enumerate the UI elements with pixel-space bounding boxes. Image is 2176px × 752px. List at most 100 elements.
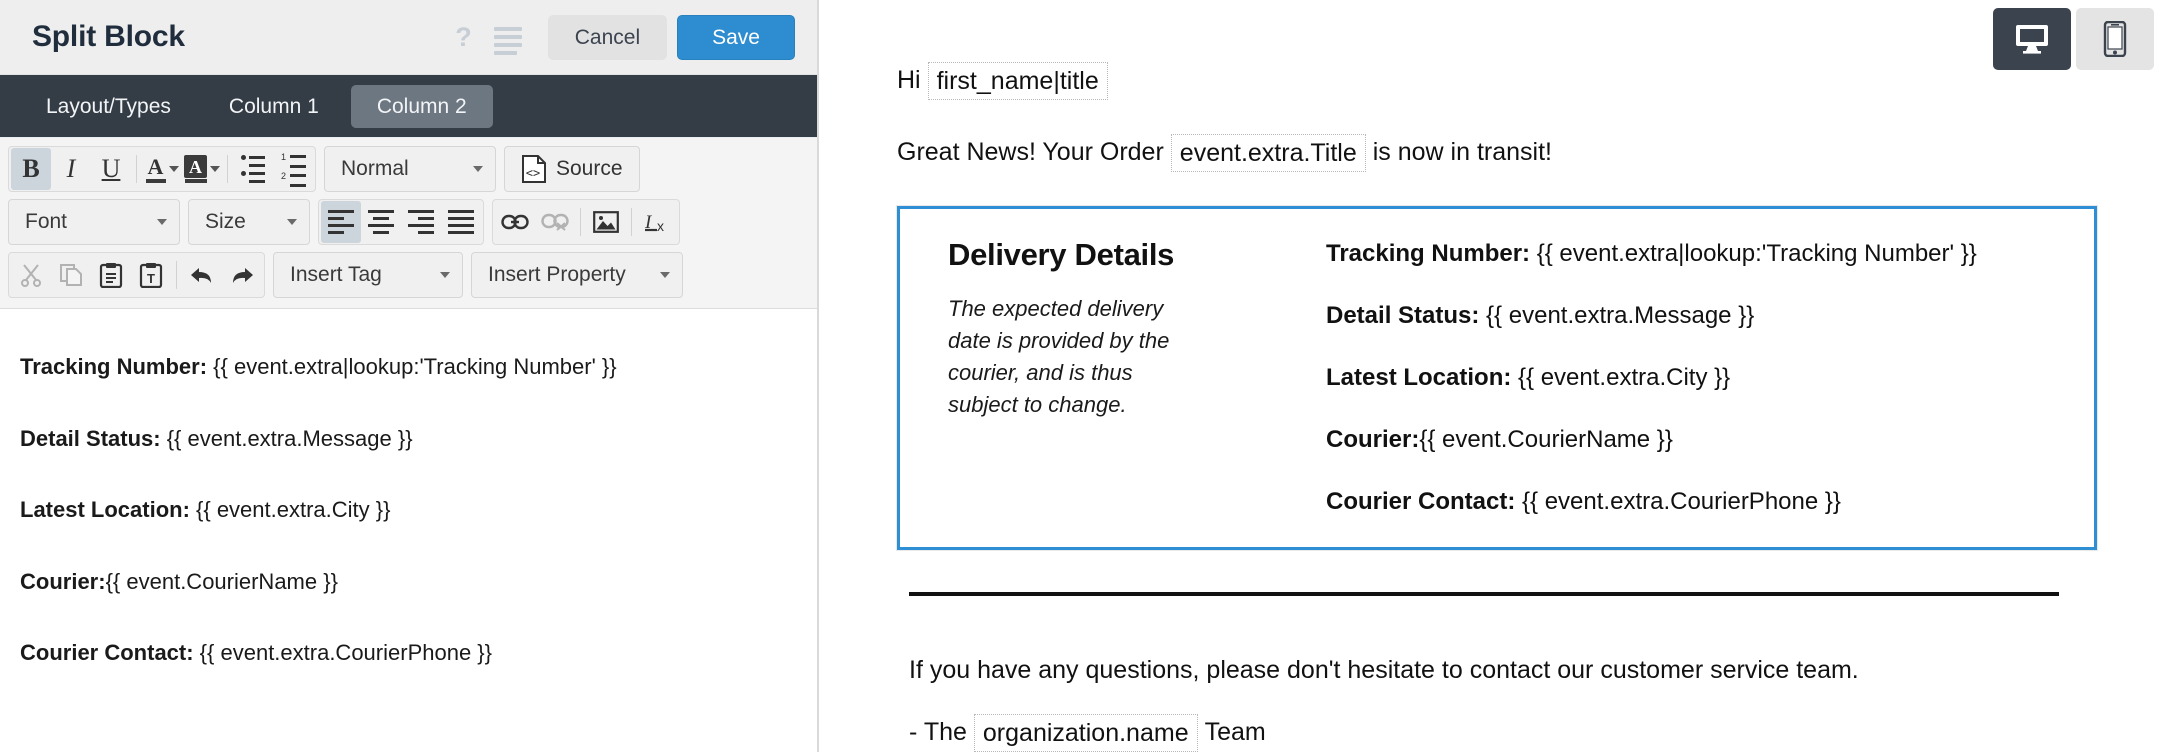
image-icon <box>593 211 619 233</box>
save-button[interactable]: Save <box>677 14 795 60</box>
delivery-detail-label: Courier Contact: <box>1326 488 1516 515</box>
align-left-icon <box>328 210 354 234</box>
delivery-detail-row: Courier Contact: {{ event.extra.CourierP… <box>1326 487 2068 517</box>
background-color-icon: A <box>184 155 207 183</box>
bold-button[interactable]: B <box>11 148 51 190</box>
cancel-button[interactable]: Cancel <box>547 14 668 60</box>
copy-button[interactable] <box>51 254 91 296</box>
bulleted-list-button[interactable] <box>233 148 273 190</box>
questions-line: If you have any questions, please don't … <box>909 654 2086 688</box>
order-title-placeholder[interactable]: event.extra.Title <box>1170 134 1366 172</box>
font-size-select[interactable]: Size <box>188 199 310 245</box>
bold-icon: B <box>22 154 40 183</box>
first-name-placeholder[interactable]: first_name|title <box>927 62 1108 100</box>
editor-line[interactable]: Detail Status: {{ event.extra.Message }} <box>20 425 797 453</box>
header-button-group: Cancel Save <box>547 14 795 60</box>
delivery-detail-value: {{ event.extra.CourierPhone }} <box>1515 488 1841 515</box>
desktop-preview-button[interactable] <box>1993 8 2071 70</box>
insert-property-label: Insert Property <box>488 263 626 286</box>
align-justify-icon <box>448 210 474 234</box>
organization-name-placeholder[interactable]: organization.name <box>973 713 1198 752</box>
desktop-monitor-icon <box>2016 25 2048 54</box>
delivery-detail-value: {{ event.extra.Message }} <box>1479 302 1755 329</box>
toolbar-divider <box>227 155 228 183</box>
greeting-prefix: Hi <box>897 66 921 95</box>
italic-button[interactable]: I <box>51 148 91 190</box>
bulleted-list-icon <box>241 154 265 184</box>
order-status-line: Great News! Your Order event.extra.Title… <box>897 134 2098 172</box>
font-family-select[interactable]: Font <box>8 199 180 245</box>
align-justify-button[interactable] <box>441 201 481 243</box>
editor-panel: Split Block ? Cancel Save Layout/Types C… <box>0 0 819 752</box>
paste-as-text-icon: T <box>139 263 163 288</box>
tab-column-1[interactable]: Column 1 <box>203 85 345 128</box>
chevron-down-icon <box>157 219 167 225</box>
insert-tag-label: Insert Tag <box>290 263 382 286</box>
align-right-button[interactable] <box>401 201 441 243</box>
questions-text: If you have any questions, please don't … <box>909 656 1859 684</box>
background-color-button[interactable]: A <box>182 148 222 190</box>
remove-format-button[interactable]: I x <box>637 201 677 243</box>
insert-property-select[interactable]: Insert Property <box>471 252 683 298</box>
toolbar-divider <box>136 155 137 183</box>
scissors-icon <box>21 264 41 287</box>
underline-button[interactable]: U <box>91 148 131 190</box>
chevron-down-icon <box>210 166 220 172</box>
align-left-button[interactable] <box>321 201 361 243</box>
paragraph-format-select[interactable]: Normal <box>324 146 496 192</box>
remove-format-icon: I x <box>644 212 664 234</box>
tab-bar: Layout/Types Column 1 Column 2 <box>0 75 817 137</box>
delivery-detail-row: Courier:{{ event.CourierName }} <box>1326 425 2068 455</box>
delivery-detail-row: Tracking Number: {{ event.extra|lookup:'… <box>1326 239 2068 269</box>
redo-button[interactable] <box>222 254 262 296</box>
editor-line-value: {{ event.extra.City }} <box>189 497 391 522</box>
delivery-details-block[interactable]: Delivery Details The expected delivery d… <box>896 205 2098 551</box>
mobile-preview-button[interactable] <box>2076 8 2154 70</box>
editor-line-label: Detail Status: <box>20 425 161 451</box>
editor-line-value: {{ event.extra|lookup:'Tracking Number' … <box>207 354 617 379</box>
preview-body: Hi first_name|title Great News! Your Ord… <box>819 0 2176 596</box>
delivery-details-note: The expected delivery date is provided b… <box>948 296 1170 417</box>
font-family-value: Font <box>25 210 68 233</box>
tab-layout-types[interactable]: Layout/Types <box>20 85 197 128</box>
paste-icon <box>99 263 123 288</box>
tab-column-2[interactable]: Column 2 <box>350 84 493 128</box>
cut-button[interactable] <box>11 254 51 296</box>
paragraph-format-value: Normal <box>341 157 409 180</box>
undo-button[interactable] <box>182 254 222 296</box>
hamburger-menu-icon[interactable] <box>493 26 522 55</box>
paste-button[interactable] <box>91 254 131 296</box>
editor-line[interactable]: Tracking Number: {{ event.extra|lookup:'… <box>20 353 797 381</box>
chevron-down-icon <box>287 219 297 225</box>
insert-tag-select[interactable]: Insert Tag <box>273 252 463 298</box>
greeting-line: Hi first_name|title <box>897 62 2098 100</box>
question-mark-icon[interactable]: ? <box>455 23 472 51</box>
editor-content-area[interactable]: Tracking Number: {{ event.extra|lookup:'… <box>0 309 817 752</box>
svg-text:T: T <box>147 271 155 286</box>
source-button[interactable]: <> Source <box>504 146 640 192</box>
align-center-button[interactable] <box>361 201 401 243</box>
image-button[interactable] <box>586 201 626 243</box>
text-color-button[interactable]: A <box>142 148 182 190</box>
editor-line-label: Courier Contact: <box>20 640 194 665</box>
toolbar-row-formatting: B I U A A 1 2 Normal <> Source <box>8 146 809 192</box>
numbered-list-button[interactable]: 1 2 <box>273 148 313 190</box>
copy-icon <box>60 264 82 286</box>
toolbar-group-clipboard: T <box>8 252 265 298</box>
paste-as-text-button[interactable]: T <box>131 254 171 296</box>
editor-line[interactable]: Latest Location: {{ event.extra.City }} <box>20 496 797 524</box>
link-button[interactable] <box>495 201 535 243</box>
editor-line[interactable]: Courier:{{ event.CourierName }} <box>20 568 797 596</box>
signoff-suffix: Team <box>1204 717 1266 746</box>
order-line-prefix: Great News! Your Order <box>897 138 1164 167</box>
split-block-editor-window: Split Block ? Cancel Save Layout/Types C… <box>0 0 2176 752</box>
toolbar-group-text-style: B I U A A 1 2 <box>8 146 316 192</box>
svg-text:<>: <> <box>526 166 540 180</box>
delivery-detail-row: Latest Location: {{ event.extra.City }} <box>1326 363 2068 393</box>
unlink-button[interactable] <box>535 201 575 243</box>
toolbar-row-font-align: Font Size I x <box>8 199 809 245</box>
editor-line-label: Latest Location: <box>20 497 190 522</box>
editor-line[interactable]: Courier Contact: {{ event.extra.CourierP… <box>20 639 797 667</box>
chevron-down-icon <box>660 272 670 278</box>
text-color-icon: A <box>145 155 166 183</box>
